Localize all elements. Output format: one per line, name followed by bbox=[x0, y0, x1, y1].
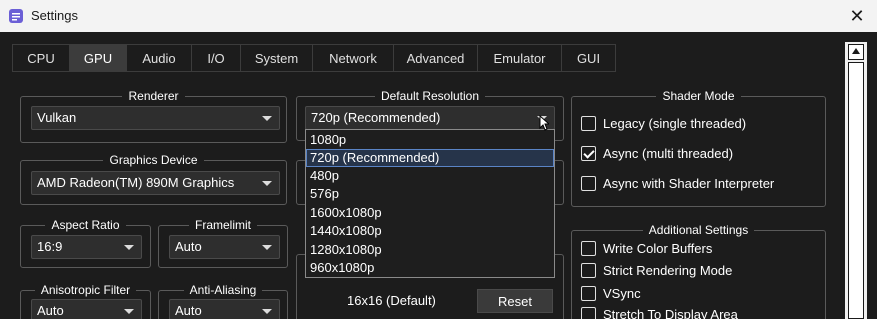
aspect-ratio-title: Aspect Ratio bbox=[45, 218, 126, 232]
tab-audio[interactable]: Audio bbox=[126, 44, 191, 72]
shader-interpreter-label: Async with Shader Interpreter bbox=[603, 175, 775, 191]
aspect-ratio-value: 16:9 bbox=[37, 239, 63, 254]
chevron-down-icon bbox=[262, 245, 272, 250]
tab-cpu[interactable]: CPU bbox=[12, 44, 69, 72]
graphics-device-value: AMD Radeon(TM) 890M Graphics bbox=[37, 175, 235, 190]
chevron-down-icon bbox=[262, 181, 272, 186]
additional-settings-title: Additional Settings bbox=[642, 223, 755, 237]
graphics-device-title: Graphics Device bbox=[103, 153, 204, 167]
resolution-option-720p[interactable]: 720p (Recommended) bbox=[306, 149, 554, 167]
shader-async-option[interactable]: Async (multi threaded) bbox=[581, 143, 733, 163]
tab-network[interactable]: Network bbox=[312, 44, 393, 72]
resolution-option-1440x1080p[interactable]: 1440x1080p bbox=[306, 222, 554, 240]
reset-button[interactable]: Reset bbox=[477, 289, 553, 313]
checkbox[interactable] bbox=[581, 262, 596, 278]
tab-bar: CPU GPU Audio I/O System Network Advance… bbox=[12, 44, 616, 72]
shader-interpreter-option[interactable]: Async with Shader Interpreter bbox=[581, 173, 774, 193]
anisotropic-filter-title: Anisotropic Filter bbox=[34, 283, 137, 297]
tab-gpu[interactable]: GPU bbox=[69, 44, 126, 72]
framelimit-select[interactable]: Auto bbox=[169, 235, 280, 259]
chevron-down-icon bbox=[124, 309, 134, 314]
aspect-ratio-select[interactable]: 16:9 bbox=[31, 235, 142, 259]
write-color-buffers-option[interactable]: Write Color Buffers bbox=[581, 238, 712, 258]
framelimit-value: Auto bbox=[175, 239, 202, 254]
close-icon[interactable]: ✕ bbox=[837, 0, 877, 32]
tab-gui[interactable]: GUI bbox=[561, 44, 616, 72]
resolution-option-1080p[interactable]: 1080p bbox=[306, 131, 554, 149]
chevron-down-icon bbox=[124, 245, 134, 250]
settings-app-icon bbox=[9, 9, 23, 23]
framelimit-title: Framelimit bbox=[189, 218, 257, 232]
tab-io[interactable]: I/O bbox=[191, 44, 240, 72]
checkbox[interactable] bbox=[581, 115, 596, 131]
scroll-up-icon[interactable] bbox=[848, 44, 864, 60]
anisotropic-default-value: 16x16 (Default) bbox=[347, 293, 436, 308]
vsync-option[interactable]: VSync bbox=[581, 283, 641, 303]
resolution-option-480p[interactable]: 480p bbox=[306, 167, 554, 185]
resolution-option-960x1080p[interactable]: 960x1080p bbox=[306, 259, 554, 277]
graphics-device-select[interactable]: AMD Radeon(TM) 890M Graphics bbox=[31, 171, 280, 195]
shader-legacy-label: Legacy (single threaded) bbox=[603, 115, 747, 131]
chevron-down-icon bbox=[262, 116, 272, 121]
shader-mode-title: Shader Mode bbox=[656, 89, 741, 103]
vsync-label: VSync bbox=[603, 285, 641, 301]
resolution-option-576p[interactable]: 576p bbox=[306, 185, 554, 203]
renderer-title: Renderer bbox=[122, 89, 185, 103]
resolution-dropdown-list: 1080p 720p (Recommended) 480p 576p 1600x… bbox=[305, 129, 555, 278]
chevron-down-icon bbox=[262, 309, 272, 314]
checkbox[interactable] bbox=[581, 240, 596, 256]
tab-system[interactable]: System bbox=[240, 44, 312, 72]
tab-emulator[interactable]: Emulator bbox=[477, 44, 561, 72]
stretch-display-option[interactable]: Stretch To Display Area bbox=[581, 304, 738, 319]
window-title: Settings bbox=[31, 8, 78, 23]
renderer-select[interactable]: Vulkan bbox=[31, 106, 280, 130]
default-resolution-value: 720p (Recommended) bbox=[311, 110, 441, 125]
anisotropic-filter-select[interactable]: Auto bbox=[31, 299, 142, 319]
checkbox-checked[interactable] bbox=[581, 145, 596, 161]
strict-rendering-label: Strict Rendering Mode bbox=[603, 262, 733, 278]
shader-async-label: Async (multi threaded) bbox=[603, 145, 734, 161]
anti-aliasing-value: Auto bbox=[175, 303, 202, 318]
mouse-cursor-icon bbox=[539, 115, 549, 131]
default-resolution-select[interactable]: 720p (Recommended) bbox=[305, 106, 555, 130]
anisotropic-filter-value: Auto bbox=[37, 303, 64, 318]
scroll-thumb[interactable] bbox=[848, 62, 864, 319]
vertical-scrollbar[interactable] bbox=[845, 42, 867, 319]
default-resolution-title: Default Resolution bbox=[374, 89, 486, 103]
checkbox[interactable] bbox=[581, 285, 596, 301]
shader-legacy-option[interactable]: Legacy (single threaded) bbox=[581, 113, 746, 133]
resolution-option-1600x1080p[interactable]: 1600x1080p bbox=[306, 204, 554, 222]
strict-rendering-option[interactable]: Strict Rendering Mode bbox=[581, 260, 732, 280]
checkbox[interactable] bbox=[581, 175, 596, 191]
checkbox[interactable] bbox=[581, 306, 596, 319]
anti-aliasing-select[interactable]: Auto bbox=[169, 299, 280, 319]
tab-advanced[interactable]: Advanced bbox=[393, 44, 477, 72]
write-color-buffers-label: Write Color Buffers bbox=[603, 240, 713, 256]
stretch-display-label: Stretch To Display Area bbox=[603, 306, 738, 319]
anti-aliasing-title: Anti-Aliasing bbox=[183, 283, 263, 297]
title-bar: Settings ✕ bbox=[0, 0, 877, 32]
resolution-option-1280x1080p[interactable]: 1280x1080p bbox=[306, 241, 554, 259]
renderer-value: Vulkan bbox=[37, 110, 77, 125]
